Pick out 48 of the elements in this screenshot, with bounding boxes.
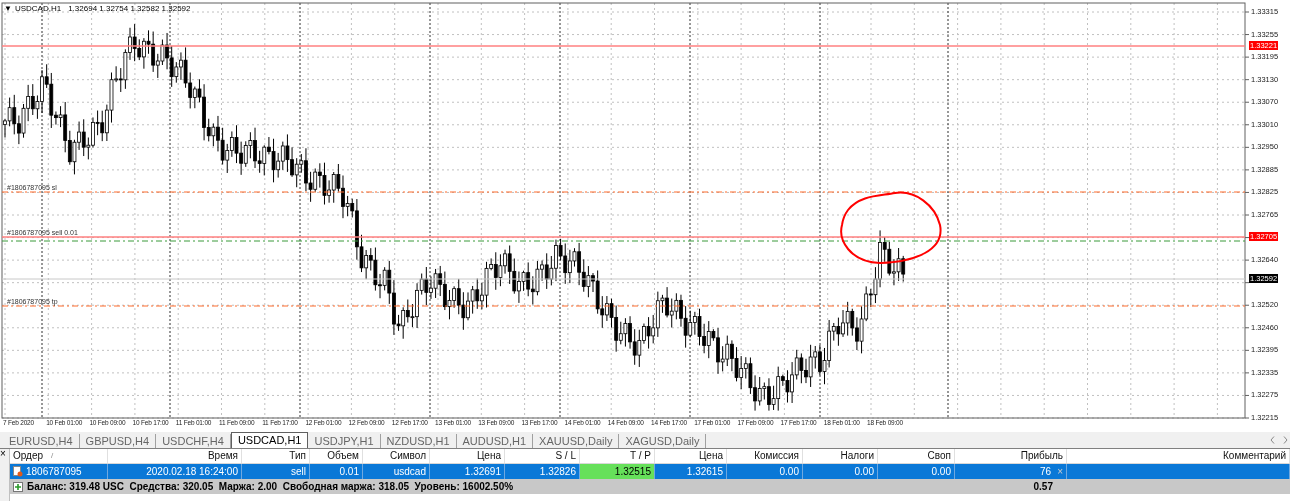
close-icon[interactable]: × <box>0 449 9 459</box>
column-header[interactable]: Своп <box>927 451 951 461</box>
column-header[interactable]: T / P <box>630 451 651 461</box>
table-cell: 76 <box>1040 466 1052 477</box>
sort-indicator: / <box>51 450 54 462</box>
column-header[interactable]: Прибыль <box>1020 451 1063 461</box>
chart-tab[interactable]: XAGUSD,Daily <box>619 434 707 448</box>
table-cell: usdcad <box>393 466 426 477</box>
chart-tab[interactable]: NZDUSD,H1 <box>380 434 457 448</box>
table-cell: 1.32826 <box>539 466 576 477</box>
table-cell: 0.00 <box>779 466 799 477</box>
chart-tab[interactable]: USDCAD,H1 <box>230 432 309 448</box>
plus-icon <box>13 481 23 492</box>
column-header[interactable]: Символ <box>389 451 426 461</box>
chart-tab[interactable]: GBPUSD,H4 <box>79 434 157 448</box>
column-header[interactable]: Время <box>207 451 238 461</box>
column-header[interactable]: Комментарий <box>1223 451 1286 461</box>
table-cell: 0.00 <box>931 466 951 477</box>
chart-tab[interactable]: USDCHF,H4 <box>156 434 231 448</box>
order-icon <box>13 466 23 477</box>
table-cell: 1806787095 <box>26 466 82 477</box>
table-cell: 1.32691 <box>464 466 501 477</box>
chart-tab[interactable]: USDJPY,H1 <box>308 434 381 448</box>
column-header[interactable]: Комиссия <box>754 451 799 461</box>
column-header[interactable]: Цена <box>698 451 723 461</box>
scroll-left-icon[interactable] <box>1270 436 1275 444</box>
table-cell: 1.32615 <box>686 466 723 477</box>
total-profit: 0.57 <box>1032 481 1053 492</box>
column-header[interactable]: Налоги <box>840 451 874 461</box>
column-header[interactable]: Тип <box>289 451 306 461</box>
table-cell: 0.00 <box>854 466 874 477</box>
table-cell: 2020.02.18 16:24:00 <box>146 466 238 477</box>
chart-symbol: USDCAD,H1 <box>14 5 62 13</box>
order-row[interactable]: 1806787095 2020.02.18 16:24:00 sell 0.01 usdcad 1.32691 1.32826 1.32515 1.32615 0.00 0.00 0.00 76 × <box>10 464 1290 479</box>
collapse-icon[interactable]: ▼ <box>4 5 12 13</box>
table-cell: 1.32515 <box>614 466 651 477</box>
balance-summary: Баланс: 319.48 USC Средства: 320.05 Маржа: 2.00 Свободная маржа: 318.05 Уровень: 16002.50% <box>27 481 515 492</box>
chart-tab[interactable]: AUDUSD,H1 <box>456 434 534 448</box>
column-header[interactable]: Цена <box>476 451 501 461</box>
column-header[interactable]: Объем <box>327 451 359 461</box>
ohlc-readout: 1.32694 1.32754 1.32582 1.32592 <box>68 5 191 13</box>
table-cell: 0.01 <box>339 466 359 477</box>
column-header[interactable]: S / L <box>555 451 576 461</box>
chart-tab[interactable]: XAUUSD,Daily <box>533 434 620 448</box>
table-cell: sell <box>291 466 306 477</box>
column-header[interactable]: Ордер <box>13 451 44 461</box>
chart-tab[interactable]: EURUSD,H4 <box>3 434 80 448</box>
scroll-right-icon[interactable] <box>1283 436 1288 444</box>
